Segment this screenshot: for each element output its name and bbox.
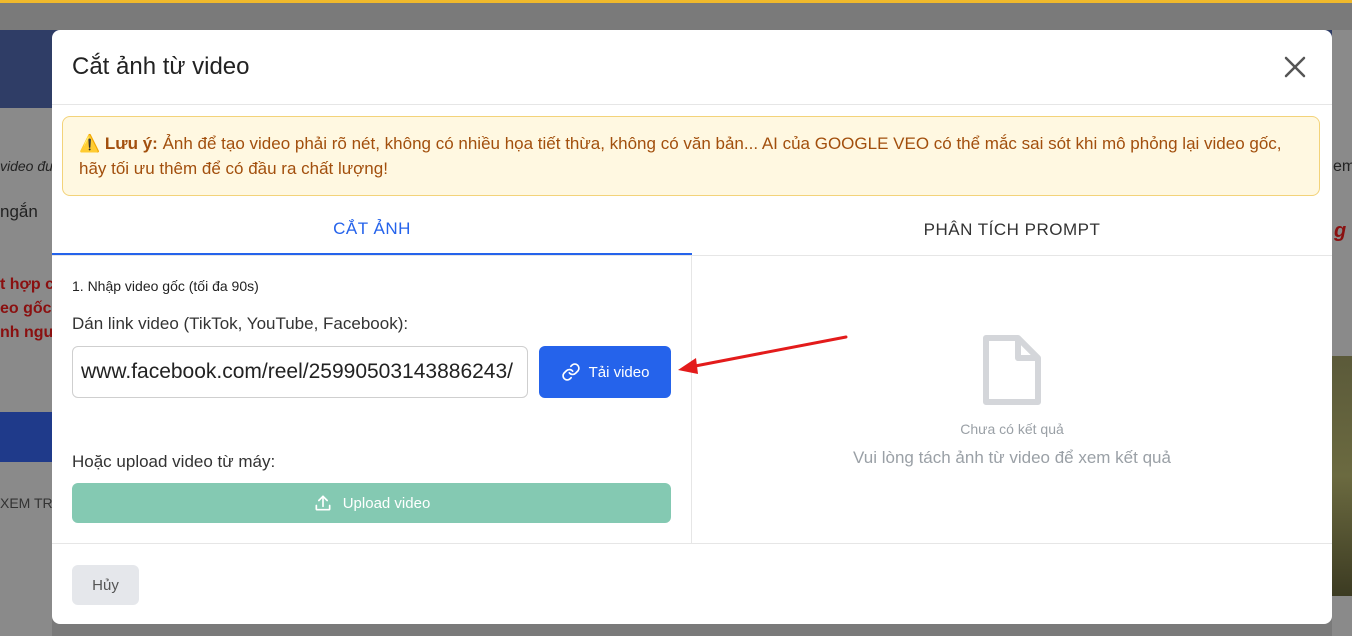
- warning-icon: ⚠️: [79, 134, 101, 153]
- video-link-value: www.facebook.com/reel/25990503143886243/: [81, 360, 513, 383]
- tab-phan-tich-prompt[interactable]: PHÂN TÍCH PROMPT: [692, 205, 1332, 255]
- warning-alert: ⚠️ Lưu ý: Ảnh để tạo video phải rõ nét, …: [62, 116, 1320, 196]
- upload-label: Hoặc upload video từ máy:: [72, 452, 276, 471]
- background-blue-block: [0, 412, 52, 462]
- empty-state-subtitle: Vui lòng tách ảnh từ video để xem kết qu…: [853, 448, 1171, 467]
- file-icon: [983, 335, 1041, 405]
- upload-video-button[interactable]: Upload video: [72, 483, 671, 523]
- background-text: t hợp c: [0, 276, 55, 293]
- download-video-label: Tải video: [588, 363, 650, 381]
- alert-text: Ảnh để tạo video phải rõ nét, không có n…: [79, 134, 1282, 178]
- modal-title: Cắt ảnh từ video: [72, 53, 250, 80]
- input-pane: 1. Nhập video gốc (tối đa 90s) Dán link …: [52, 256, 692, 544]
- modal-footer: Hủy: [52, 543, 1332, 624]
- link-label: Dán link video (TikTok, YouTube, Faceboo…: [72, 314, 409, 333]
- modal-header: Cắt ảnh từ video: [52, 30, 1332, 105]
- background-text: em: [1333, 158, 1352, 175]
- background-text: ngắn: [0, 202, 38, 221]
- background-text: g: [1334, 220, 1347, 242]
- close-icon: [1284, 56, 1306, 78]
- download-video-button[interactable]: Tải video: [539, 346, 671, 398]
- background-text: eo gốc: [0, 300, 52, 317]
- step-title: 1. Nhập video gốc (tối đa 90s): [72, 278, 259, 294]
- upload-icon: [315, 495, 331, 511]
- alert-label: Lưu ý:: [104, 134, 158, 153]
- link-icon: [561, 363, 580, 381]
- video-link-input[interactable]: www.facebook.com/reel/25990503143886243/: [72, 346, 528, 398]
- background-photo: [1330, 356, 1352, 596]
- cancel-button[interactable]: Hủy: [72, 565, 139, 605]
- modal-dialog: Cắt ảnh từ video ⚠️ Lưu ý: Ảnh để tạo vi…: [52, 30, 1332, 624]
- close-button[interactable]: [1282, 54, 1308, 80]
- tab-bar: CẮT ẢNH PHÂN TÍCH PROMPT: [52, 205, 1332, 256]
- red-arrow-annotation: [678, 335, 848, 374]
- result-pane: Chưa có kết quả Vui lòng tách ảnh từ vid…: [692, 256, 1332, 544]
- background-text: video đư: [0, 158, 55, 174]
- upload-video-label: Upload video: [342, 494, 431, 512]
- background-left-panel: [0, 108, 52, 636]
- empty-state-title: Chưa có kết quả: [960, 421, 1064, 437]
- background-text: nh ngu: [0, 324, 54, 341]
- tab-cat-anh[interactable]: CẮT ẢNH: [52, 205, 692, 255]
